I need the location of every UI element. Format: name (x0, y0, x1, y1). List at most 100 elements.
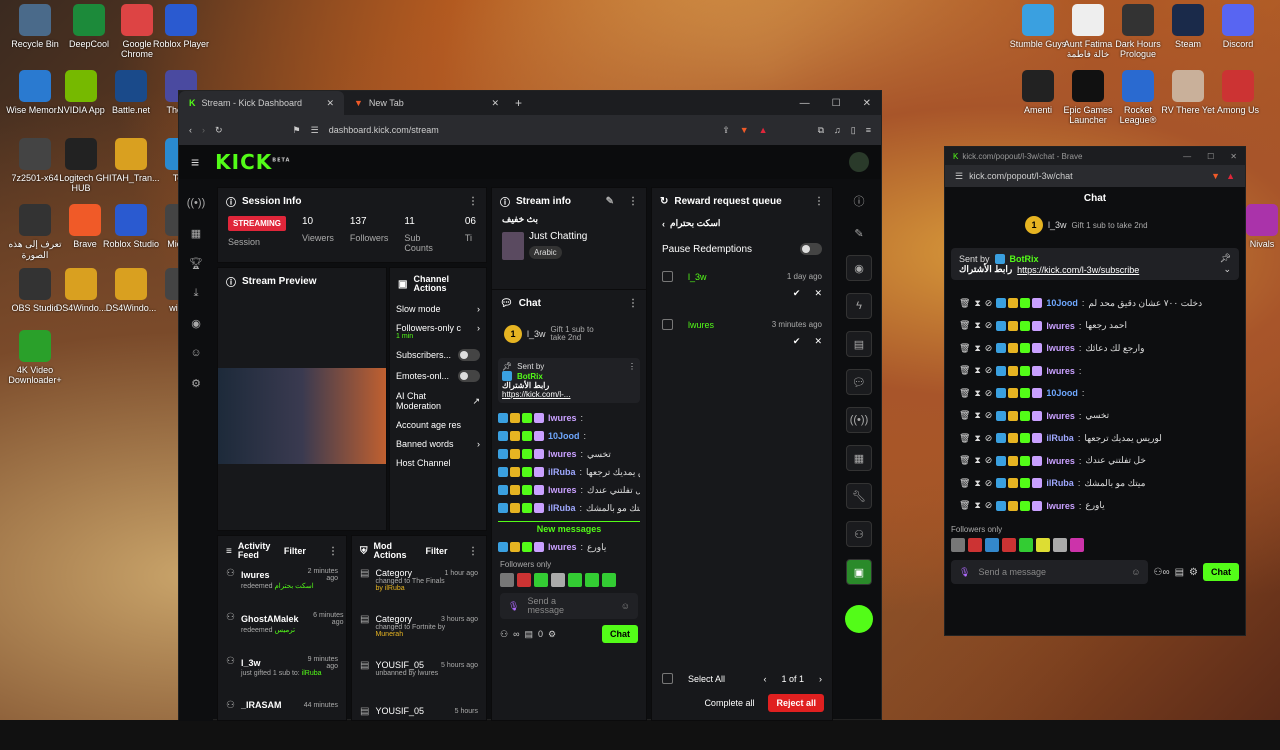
more-icon[interactable]: ⋮ (628, 298, 638, 309)
pin-action-icon[interactable]: 🗑︎ (959, 320, 970, 331)
info-icon[interactable]: ⓘ (849, 191, 869, 211)
kick-logo[interactable]: KICKBETA (215, 150, 290, 174)
pin-action-icon[interactable]: 🗑︎ (959, 365, 970, 376)
dashboard-nav-icon[interactable]: ▦ (186, 223, 206, 243)
chat-username[interactable]: lwures (1046, 343, 1075, 353)
close-tab-icon[interactable]: ✕ (326, 98, 334, 109)
tab-new-tab[interactable]: ▼ New Tab ✕ (344, 91, 509, 115)
mic-icon[interactable]: 🎙︎ (959, 567, 970, 578)
emoji-icon[interactable]: ☺ (1131, 567, 1140, 577)
ban-icon[interactable]: ⊘ (985, 365, 993, 376)
reward-item[interactable]: l_3w 1 day ago ✔ ✕ (652, 265, 832, 313)
mod-item[interactable]: ▤ YOUSIF_05 5 hours ago unbanned by lwures (352, 658, 486, 704)
layout-tool-icon[interactable]: ▦ (846, 445, 872, 471)
reject-icon[interactable]: ✕ (814, 336, 822, 347)
site-info-icon[interactable]: ☰ (955, 171, 963, 182)
more-icon[interactable]: ⋮ (628, 362, 636, 371)
menu-icon[interactable]: ≡ (866, 125, 871, 135)
ai-moderation-item[interactable]: AI Chat Moderation ↗ (396, 391, 480, 411)
sidebar-toggle-icon[interactable]: ▯ (851, 125, 856, 136)
bolt-tool-icon[interactable]: ϟ (846, 293, 872, 319)
chat-send-button[interactable]: Chat (602, 625, 638, 643)
close-window-icon[interactable]: ✕ (1230, 152, 1237, 161)
chevron-down-icon[interactable]: ⌄ (1223, 264, 1231, 275)
pinned-message[interactable]: 📌︎ Sent by ⋮ BotRix رابط الأشتراك https://… (498, 358, 640, 403)
pin-action-icon[interactable]: 🗑︎ (959, 343, 970, 354)
ban-icon[interactable]: ⊘ (985, 455, 993, 466)
chat-message[interactable]: lwures: تخسي (498, 445, 640, 463)
camera-nav-icon[interactable]: ◉ (186, 313, 206, 333)
emoji-icon[interactable]: ☺ (621, 601, 630, 611)
chat-message[interactable]: 10Jood: (498, 427, 640, 445)
media-icon[interactable]: ♫ (834, 125, 841, 135)
pin-action-icon[interactable]: 🗑︎ (959, 455, 970, 466)
upload-nav-icon[interactable]: ⤓ (186, 283, 206, 303)
chat-username[interactable]: lwures (548, 413, 577, 423)
minimize-icon[interactable]: — (1183, 152, 1191, 161)
edit-icon[interactable]: ✎ (849, 223, 869, 243)
store-icon[interactable]: ▤ (1175, 567, 1184, 578)
trophy-nav-icon[interactable]: 🏆︎ (186, 253, 206, 273)
chat-username[interactable]: ilRuba (1046, 478, 1074, 488)
url-input[interactable]: dashboard.kick.com/stream (329, 125, 713, 135)
timeout-icon[interactable]: ⧗ (974, 455, 980, 466)
brave-shields-icon[interactable]: ▼ (740, 125, 749, 135)
banned-words-item[interactable]: Banned words › (396, 439, 480, 449)
activity-item[interactable]: ⚇ GhostAMalek 6 minutes ago redeemed ترميس (218, 610, 346, 654)
emotes-only-item[interactable]: Emotes-onl... (396, 370, 480, 382)
chat-username[interactable]: lwures (548, 485, 577, 495)
chat-username[interactable]: lwures (1046, 366, 1075, 376)
store-icon[interactable]: ▤ (525, 629, 534, 640)
ban-icon[interactable]: ⊘ (985, 388, 993, 399)
reward-checkbox[interactable] (662, 319, 673, 330)
ban-icon[interactable]: ⊘ (985, 320, 993, 331)
ban-icon[interactable]: ⊘ (985, 433, 993, 444)
desktop-icon[interactable]: Among Us (1208, 70, 1268, 115)
timeout-icon[interactable]: ⧗ (974, 365, 980, 376)
pinned-link[interactable]: https://kick.com/l-... (502, 390, 636, 399)
forward-icon[interactable]: › (202, 125, 205, 135)
mod-item[interactable]: ▤ Category 1 hour ago changed to The Finals… (352, 566, 486, 612)
pin-action-icon[interactable]: 🗑︎ (959, 433, 970, 444)
chat-username[interactable]: 10Jood (1046, 388, 1078, 398)
activity-item[interactable]: ⚇ lwures 2 minutes ago redeemed اسكت بحترام (218, 566, 346, 610)
chat-input[interactable]: 🎙︎ Send a message ☺ (500, 593, 638, 619)
chat-message[interactable]: 🗑︎ ⧗ ⊘ 10Jood: (959, 382, 1231, 405)
popout-url[interactable]: kick.com/popout/l-3w/chat (969, 171, 1205, 181)
prev-page-icon[interactable]: ‹ (763, 674, 766, 684)
desktop-icon[interactable]: Recycle Bin (4, 4, 66, 49)
avatar[interactable] (849, 152, 869, 172)
chat-message[interactable]: ilRuba:لوريس يمديك ترجعها (498, 463, 640, 481)
settings-icon[interactable]: ⚙ (548, 629, 556, 640)
chat-message[interactable]: lwures: (498, 409, 640, 427)
chat-message[interactable]: 🗑︎ ⧗ ⊘ lwures: (959, 360, 1231, 383)
users-nav-icon[interactable]: ☺ (186, 343, 206, 363)
timeout-icon[interactable]: ⧗ (974, 478, 980, 489)
approve-icon[interactable]: ✔ (793, 288, 801, 299)
tab-kick-dashboard[interactable]: K Stream - Kick Dashboard ✕ (179, 91, 344, 115)
new-tab-button[interactable]: + (515, 96, 522, 110)
ban-icon[interactable]: ⊘ (985, 478, 993, 489)
chat-username[interactable]: ilRuba (1046, 433, 1074, 443)
note-tool-icon[interactable]: ▤ (846, 331, 872, 357)
popout-chat-input[interactable]: 🎙︎ Send a message ☺ (951, 560, 1149, 584)
back-icon[interactable]: ‹ (662, 219, 665, 229)
timeout-icon[interactable]: ⧗ (974, 320, 980, 331)
chat-message[interactable]: 🗑︎ ⧗ ⊘ ilRuba: ميتك مو بالمشك (959, 472, 1231, 495)
chat-message[interactable]: 🗑︎ ⧗ ⊘ ilRuba: لوريس يمديك ترجعها (959, 427, 1231, 450)
chat-username[interactable]: lwures (1046, 456, 1075, 466)
chat-message[interactable]: lwures:خل تفلتني عندك (498, 481, 640, 499)
chat-username[interactable]: lwures (1046, 321, 1075, 331)
slow-mode-item[interactable]: Slow mode › (396, 304, 480, 314)
timeout-icon[interactable]: ⧗ (974, 500, 980, 511)
chat-message[interactable]: 🗑︎ ⧗ ⊘ 10Jood: دخلت ٧٠٠ عشان دقيق محد لم (959, 292, 1231, 315)
chat-username[interactable]: lwures (548, 449, 577, 459)
ban-icon[interactable]: ⊘ (985, 343, 993, 354)
timeout-icon[interactable]: ⧗ (974, 388, 980, 399)
broadcast-tool-icon[interactable]: ((•)) (846, 407, 872, 433)
desktop-icon[interactable]: 4K Video Downloader+ (4, 330, 66, 385)
site-info-icon[interactable]: ☰ (311, 125, 319, 136)
reject-all-button[interactable]: Reject all (768, 694, 824, 712)
stream-nav-icon[interactable]: ((•)) (186, 193, 206, 213)
share-icon[interactable]: ⇪ (722, 125, 730, 136)
